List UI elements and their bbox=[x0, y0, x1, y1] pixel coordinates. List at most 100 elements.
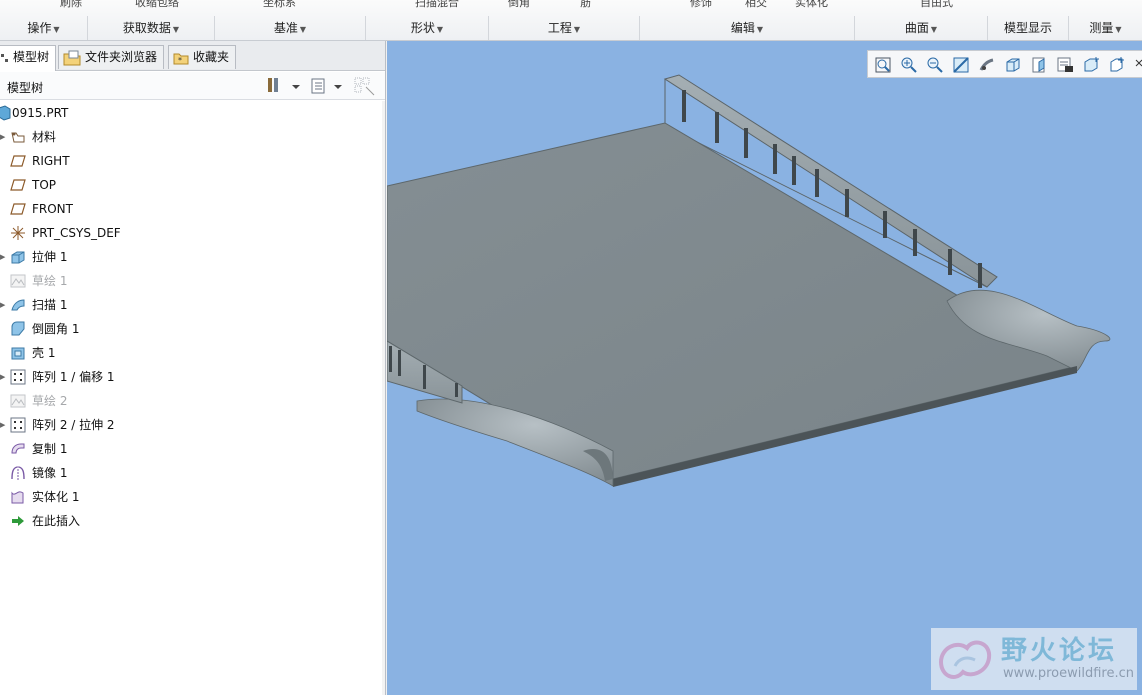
model-tree-icon bbox=[1, 53, 8, 62]
zoom-in-icon[interactable] bbox=[900, 56, 918, 74]
tree-item-round-1[interactable]: 倒圆角 1 bbox=[0, 317, 385, 341]
view-manager-icon[interactable] bbox=[1056, 56, 1074, 74]
tree-item-csys[interactable]: PRT_CSYS_DEF bbox=[0, 221, 385, 245]
refit-icon[interactable] bbox=[874, 56, 892, 74]
chevron-down-icon: ▼ bbox=[436, 25, 444, 34]
copy-icon bbox=[11, 443, 25, 454]
group-operations[interactable]: 操作 ▼ bbox=[0, 16, 88, 40]
solidify-icon bbox=[11, 491, 24, 504]
expand-arrow-icon[interactable]: ▶ bbox=[0, 293, 8, 317]
chevron-down-icon: ▼ bbox=[930, 25, 938, 34]
chevron-down-icon: ▼ bbox=[299, 25, 307, 34]
watermark-url: www.proewildfire.cn bbox=[1003, 666, 1134, 681]
tree-item-solidify-1[interactable]: 实体化 1 bbox=[0, 485, 385, 509]
group-engineering[interactable]: 工程 ▼ bbox=[489, 16, 640, 40]
graphics-window[interactable] bbox=[387, 41, 1142, 695]
svg-text:*: * bbox=[178, 56, 182, 65]
round-icon bbox=[11, 321, 25, 336]
tree-item-sketch-2[interactable]: 草绘 2 bbox=[0, 389, 385, 413]
group-editing[interactable]: 编辑 ▼ bbox=[640, 16, 855, 40]
command-solidify[interactable]: 实体化 bbox=[795, 0, 828, 10]
graphics-toolbar bbox=[867, 50, 1142, 78]
tree-item-part[interactable]: 0915.PRT bbox=[0, 101, 385, 125]
command-csys[interactable]: 坐标系 bbox=[263, 0, 296, 10]
show-list-icon[interactable] bbox=[310, 76, 346, 96]
command-shrinkwrap[interactable]: 收缩包络 bbox=[135, 0, 179, 10]
group-measure[interactable]: 测量 ▼ bbox=[1069, 16, 1142, 40]
command-rib[interactable]: 筋 bbox=[580, 0, 591, 10]
tree-item-right[interactable]: RIGHT bbox=[0, 149, 385, 173]
csys-icon bbox=[11, 226, 25, 240]
part-model-render[interactable] bbox=[387, 41, 1142, 695]
chevron-down-icon: ▼ bbox=[1115, 25, 1122, 34]
watermark-title: 野火论坛 bbox=[1001, 636, 1118, 666]
ribbon-command-row: 刷除 收缩包络 坐标系 扫描混合 倒角 筋 修饰 相交 实体化 自由式 bbox=[0, 0, 1142, 14]
sweep-icon bbox=[11, 299, 25, 311]
group-model-display[interactable]: 模型显示 bbox=[988, 16, 1069, 40]
tree-item-material[interactable]: ▶ 材料 bbox=[0, 125, 385, 149]
command-cosmetic[interactable]: 修饰 bbox=[690, 0, 712, 10]
group-datum[interactable]: 基准 ▼ bbox=[215, 16, 366, 40]
command-intersect[interactable]: 相交 bbox=[745, 0, 767, 10]
tree-item-copy-1[interactable]: 复制 1 bbox=[0, 437, 385, 461]
group-shapes[interactable]: 形状 ▼ bbox=[366, 16, 489, 40]
command-delete[interactable]: 刷除 bbox=[60, 0, 82, 10]
command-chamfer[interactable]: 倒角 bbox=[508, 0, 530, 10]
annotation-display-icon[interactable] bbox=[1108, 56, 1126, 74]
chevron-down-icon: ▼ bbox=[756, 25, 764, 34]
tree-item-pattern-2[interactable]: ▶ 阵列 2 / 拉伸 2 bbox=[0, 413, 385, 437]
expand-arrow-icon[interactable]: ▶ bbox=[0, 125, 8, 149]
model-tree-title: 模型树 bbox=[7, 81, 44, 95]
watermark-logo-icon bbox=[938, 640, 992, 679]
datum-plane-icon bbox=[10, 203, 26, 215]
datum-plane-icon bbox=[10, 155, 26, 167]
model-tree-header: 模型树 bbox=[0, 72, 385, 100]
tree-item-mirror-1[interactable]: 镜像 1 bbox=[0, 461, 385, 485]
group-get-data[interactable]: 获取数据 ▼ bbox=[88, 16, 215, 40]
more-icon[interactable] bbox=[1132, 56, 1142, 74]
tab-favorites[interactable]: * 收藏夹 bbox=[168, 45, 237, 69]
tree-item-pattern-1[interactable]: ▶ 阵列 1 / 偏移 1 bbox=[0, 365, 385, 389]
navigator-tabs: 模型树 文件夹浏览器 * 收藏夹 bbox=[0, 41, 385, 71]
chevron-down-icon: ▼ bbox=[172, 25, 180, 34]
repaint-icon[interactable] bbox=[952, 56, 970, 74]
column-filter-icon[interactable] bbox=[354, 76, 376, 96]
command-swept-blend[interactable]: 扫描混合 bbox=[415, 0, 459, 10]
command-freestyle[interactable]: 自由式 bbox=[920, 0, 953, 10]
zoom-out-icon[interactable] bbox=[926, 56, 944, 74]
datum-plane-icon bbox=[10, 179, 26, 191]
mirror-icon bbox=[11, 466, 25, 480]
chevron-down-icon: ▼ bbox=[53, 25, 60, 34]
datum-display-icon[interactable] bbox=[1082, 56, 1100, 74]
tree-item-front[interactable]: FRONT bbox=[0, 197, 385, 221]
group-surfaces[interactable]: 曲面 ▼ bbox=[855, 16, 988, 40]
forum-watermark: 野火论坛 www.proewildfire.cn bbox=[931, 628, 1137, 690]
expand-arrow-icon[interactable]: ▶ bbox=[0, 413, 8, 437]
expand-arrow-icon[interactable]: ▶ bbox=[0, 245, 8, 269]
tree-item-shell-1[interactable]: 壳 1 bbox=[0, 341, 385, 365]
extrude-icon bbox=[11, 251, 25, 264]
spin-center-icon[interactable] bbox=[978, 56, 996, 74]
favorites-icon: * bbox=[173, 53, 189, 65]
tree-item-sketch-1[interactable]: 草绘 1 bbox=[0, 269, 385, 293]
shell-icon bbox=[11, 347, 25, 360]
insert-here-icon bbox=[12, 516, 24, 526]
tree-item-sweep-1[interactable]: ▶ 扫描 1 bbox=[0, 293, 385, 317]
part-icon bbox=[0, 105, 11, 121]
tree-item-top[interactable]: TOP bbox=[0, 173, 385, 197]
panel-splitter[interactable] bbox=[382, 101, 385, 695]
tab-model-tree[interactable]: 模型树 bbox=[0, 45, 57, 71]
ribbon: 刷除 收缩包络 坐标系 扫描混合 倒角 筋 修饰 相交 实体化 自由式 操作 ▼ … bbox=[0, 0, 1142, 41]
pattern-icon bbox=[10, 369, 26, 385]
expand-arrow-icon[interactable]: ▶ bbox=[0, 365, 8, 389]
tab-folder-browser[interactable]: 文件夹浏览器 bbox=[58, 45, 165, 69]
saved-views-icon[interactable] bbox=[1030, 56, 1048, 74]
sketch-icon bbox=[10, 274, 26, 288]
settings-tools-icon[interactable] bbox=[266, 76, 302, 96]
tree-item-extrude-1[interactable]: ▶ 拉伸 1 bbox=[0, 245, 385, 269]
pattern-icon bbox=[10, 417, 26, 433]
shading-icon[interactable] bbox=[1004, 56, 1022, 74]
tree-item-insert-here[interactable]: 在此插入 bbox=[0, 509, 385, 533]
folder-browser-icon bbox=[63, 50, 81, 65]
navigator-panel: 模型树 文件夹浏览器 * 收藏夹 模型树 0915.PRT ▶ 材料 RIGHT… bbox=[0, 41, 386, 695]
